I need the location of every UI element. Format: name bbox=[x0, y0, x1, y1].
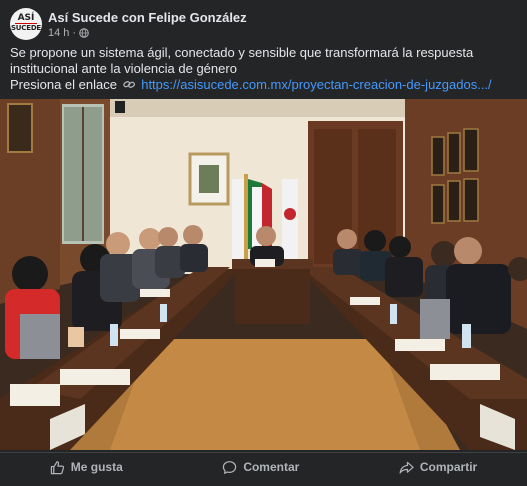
article-link[interactable]: https://asisucede.com.mx/proyectan-creac… bbox=[141, 77, 491, 92]
link-icon bbox=[122, 81, 135, 88]
comment-label: Comentar bbox=[243, 460, 300, 474]
post-text-main: Se propone un sistema ágil, conectado y … bbox=[10, 45, 474, 76]
post-text: Se propone un sistema ágil, conectado y … bbox=[10, 45, 515, 93]
post-header: ASÍ SUCEDE Así Sucede con Felipe Gonzále… bbox=[10, 8, 517, 40]
like-button[interactable]: Me gusta bbox=[30, 456, 143, 479]
thumbs-up-icon bbox=[50, 460, 64, 474]
avatar[interactable]: ASÍ SUCEDE bbox=[10, 8, 42, 40]
share-button[interactable]: Compartir bbox=[379, 456, 497, 479]
comment-button[interactable]: Comentar bbox=[202, 456, 319, 479]
facebook-post: ASÍ SUCEDE Así Sucede con Felipe Gonzále… bbox=[0, 0, 527, 486]
meeting-room-photo bbox=[0, 99, 527, 450]
page-name-link[interactable]: Así Sucede con Felipe González bbox=[48, 10, 247, 25]
comment-icon bbox=[223, 460, 237, 474]
like-label: Me gusta bbox=[70, 460, 123, 474]
meta-separator: · bbox=[72, 27, 77, 39]
globe-icon bbox=[79, 28, 89, 38]
avatar-logo-line2: SUCEDE bbox=[10, 24, 42, 32]
share-label: Compartir bbox=[419, 460, 478, 474]
post-meta: 14 h · bbox=[48, 27, 89, 39]
share-icon bbox=[399, 461, 414, 474]
link-prompt: Presiona el enlace bbox=[10, 77, 117, 92]
post-photo[interactable] bbox=[0, 99, 527, 450]
timestamp[interactable]: 14 h bbox=[48, 27, 69, 39]
avatar-logo-line1: ASÍ bbox=[17, 13, 35, 23]
post-text-link-line: Presiona el enlace https://asisucede.com… bbox=[10, 77, 515, 93]
post-actions: Me gusta Comentar Compartir bbox=[0, 452, 527, 481]
